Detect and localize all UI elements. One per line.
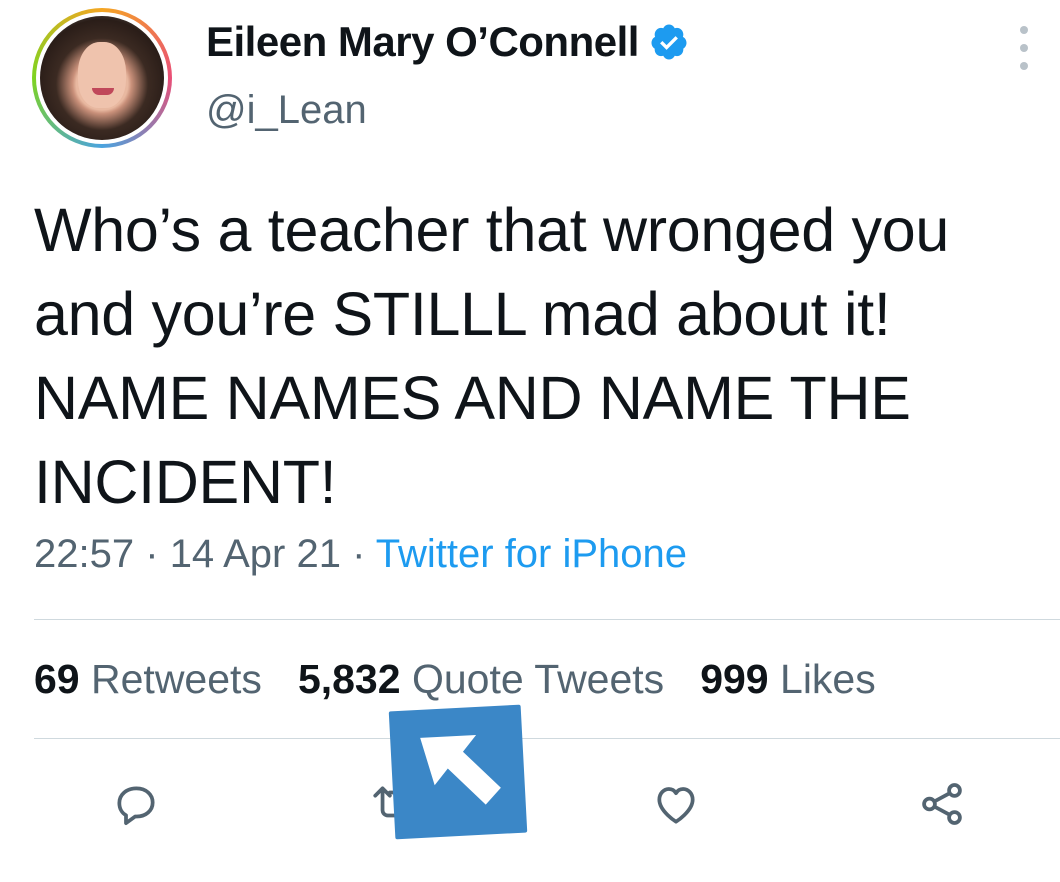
tweet-text: Who’s a teacher that wronged you and you… — [34, 196, 949, 516]
more-dot — [1020, 62, 1028, 70]
avatar-face — [78, 42, 126, 108]
cursor-overlay — [388, 704, 528, 840]
divider — [34, 738, 1060, 739]
avatar-mouth — [92, 88, 114, 95]
more-options-icon[interactable] — [1014, 26, 1034, 70]
quote-tweets-stat[interactable]: 5,832 Quote Tweets — [298, 656, 664, 703]
display-name-row[interactable]: Eileen Mary O’Connell — [206, 18, 689, 66]
profile-photo — [40, 16, 164, 140]
tweet-date[interactable]: 14 Apr 21 — [170, 532, 341, 576]
tweet-stats: 69 Retweets 5,832 Quote Tweets 999 Likes — [34, 656, 876, 703]
likes-count: 999 — [700, 656, 769, 702]
retweets-label: Retweets — [91, 656, 262, 702]
like-button[interactable] — [650, 778, 702, 830]
tweet-meta: 22:57 · 14 Apr 21 · Twitter for iPhone — [34, 532, 687, 577]
reply-button[interactable] — [110, 778, 162, 830]
meta-separator: · — [352, 532, 366, 576]
divider — [34, 619, 1060, 620]
likes-label: Likes — [780, 656, 876, 702]
arrow-cursor-icon — [420, 735, 501, 805]
share-icon — [922, 783, 962, 825]
reply-icon — [117, 786, 155, 826]
meta-separator: · — [145, 532, 159, 576]
verified-badge-icon — [651, 24, 687, 60]
tweet-source-link[interactable]: Twitter for iPhone — [376, 532, 687, 576]
retweets-stat[interactable]: 69 Retweets — [34, 656, 262, 703]
quote-tweets-label: Quote Tweets — [411, 656, 665, 702]
tweet-time[interactable]: 22:57 — [34, 532, 134, 576]
retweets-count: 69 — [34, 656, 80, 702]
like-icon — [657, 787, 695, 824]
display-name[interactable]: Eileen Mary O’Connell — [206, 18, 639, 66]
more-dot — [1020, 44, 1028, 52]
user-handle[interactable]: @i_Lean — [206, 88, 367, 133]
share-button[interactable] — [916, 778, 968, 830]
more-dot — [1020, 26, 1028, 34]
likes-stat[interactable]: 999 Likes — [700, 656, 876, 703]
avatar[interactable] — [32, 8, 172, 148]
quote-tweets-count: 5,832 — [297, 656, 401, 702]
avatar-ring — [36, 12, 168, 144]
